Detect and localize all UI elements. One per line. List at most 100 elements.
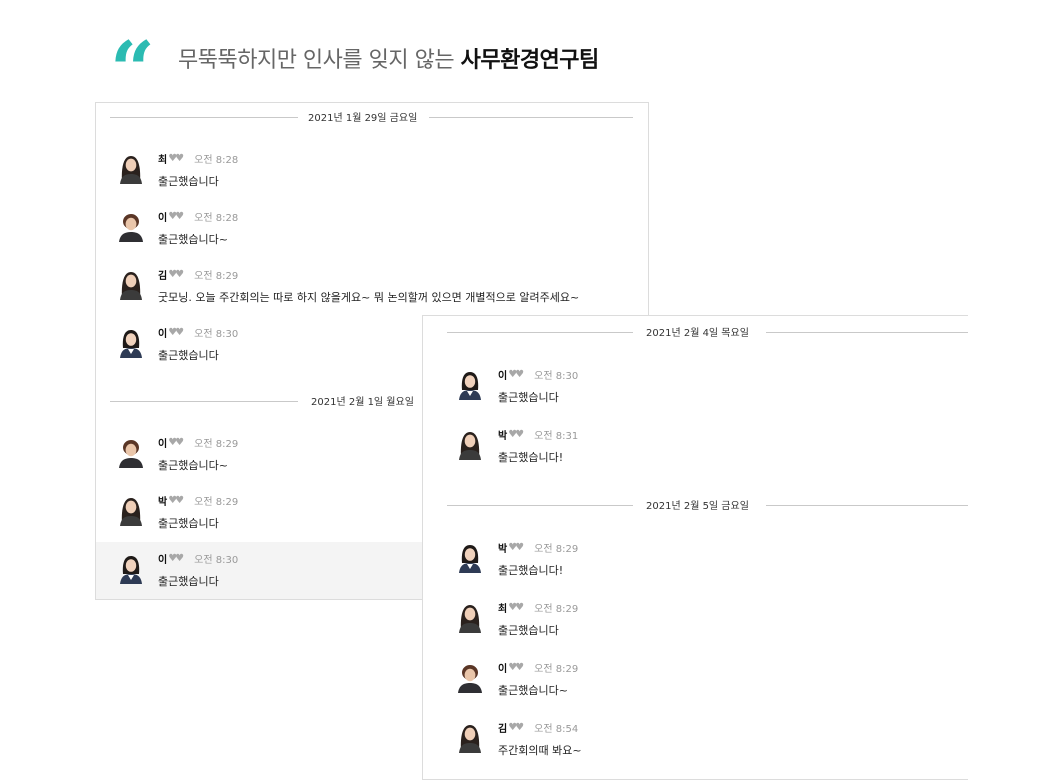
message-time: 오전 8:30 [194, 329, 239, 340]
date-divider: 2021년 1월 29일 금요일 [96, 107, 648, 127]
avatar-icon [116, 152, 146, 184]
message-meta: 이 ♥♥ 오전 8:29 [158, 435, 238, 450]
avatar-icon [116, 268, 146, 300]
heart-icon: ♥♥ [168, 437, 184, 448]
divider-line-left [447, 332, 633, 333]
message-text: 출근했습니다 [158, 517, 219, 530]
message-text: 출근했습니다 [158, 349, 219, 362]
message-meta: 최 ♥♥ 오전 8:29 [498, 600, 578, 615]
message-time: 오전 8:30 [534, 371, 579, 382]
sender-name: 이 [158, 555, 168, 566]
message-time: 오전 8:29 [534, 604, 579, 615]
date-divider: 2021년 2월 5일 금요일 [423, 495, 968, 515]
divider-line-left [447, 505, 633, 506]
avatar-icon [116, 552, 146, 584]
avatar-icon [455, 541, 485, 573]
headline-title: 무뚝뚝하지만 인사를 잊지 않는 사무환경연구팀 [178, 42, 599, 74]
date-label: 2021년 2월 1일 월요일 [311, 397, 414, 408]
message-meta: 이 ♥♥ 오전 8:28 [158, 209, 238, 224]
message-text: 출근했습니다 [158, 575, 219, 588]
message-time: 오전 8:29 [194, 497, 239, 508]
avatar-icon [455, 601, 485, 633]
message-text: 출근했습니다~ [498, 684, 568, 697]
chat-panel-february: 2021년 2월 4일 목요일 이 ♥♥ 오전 8:30 출근했습니다 박 ♥♥… [422, 315, 968, 780]
avatar-icon [116, 436, 146, 468]
message-meta: 이 ♥♥ 오전 8:30 [158, 551, 238, 566]
message-time: 오전 8:29 [534, 544, 579, 555]
sender-name: 김 [158, 271, 168, 282]
message-meta: 김 ♥♥ 오전 8:29 [158, 267, 238, 282]
sender-name: 박 [158, 497, 168, 508]
chat-message[interactable]: 이 ♥♥ 오전 8:28 출근했습니다~ [96, 200, 648, 258]
message-meta: 이 ♥♥ 오전 8:30 [498, 367, 578, 382]
chat-message[interactable]: 최 ♥♥ 오전 8:28 출근했습니다 [96, 142, 648, 200]
message-meta: 박 ♥♥ 오전 8:29 [498, 540, 578, 555]
heart-icon: ♥♥ [508, 662, 524, 673]
sender-name: 이 [498, 664, 508, 675]
sender-name: 김 [498, 724, 508, 735]
message-time: 오전 8:29 [194, 271, 239, 282]
date-divider: 2021년 2월 4일 목요일 [423, 322, 968, 342]
chat-message[interactable]: 박 ♥♥ 오전 8:31 출근했습니다! [423, 418, 968, 476]
chat-message[interactable]: 박 ♥♥ 오전 8:29 출근했습니다! [423, 531, 968, 589]
message-meta: 이 ♥♥ 오전 8:29 [498, 660, 578, 675]
heart-icon: ♥♥ [508, 429, 524, 440]
message-text: 출근했습니다 [498, 391, 559, 404]
avatar-icon [116, 210, 146, 242]
message-text: 출근했습니다 [498, 624, 559, 637]
message-time: 오전 8:29 [194, 439, 239, 450]
message-meta: 최 ♥♥ 오전 8:28 [158, 151, 238, 166]
heart-icon: ♥♥ [508, 542, 524, 553]
sender-name: 이 [498, 371, 508, 382]
chat-message[interactable]: 이 ♥♥ 오전 8:29 출근했습니다~ [423, 651, 968, 709]
avatar-icon [116, 326, 146, 358]
heart-icon: ♥♥ [168, 153, 184, 164]
message-text: 출근했습니다! [498, 564, 564, 577]
message-time: 오전 8:28 [194, 155, 239, 166]
avatar-icon [116, 494, 146, 526]
headline-normal: 무뚝뚝하지만 인사를 잊지 않는 [178, 48, 461, 73]
avatar-icon [455, 428, 485, 460]
chat-message[interactable]: 김 ♥♥ 오전 8:54 주간회의때 봐요~ [423, 711, 968, 769]
headline: “ 무뚝뚝하지만 인사를 잊지 않는 사무환경연구팀 [110, 32, 599, 110]
message-meta: 김 ♥♥ 오전 8:54 [498, 720, 578, 735]
divider-line-right [766, 332, 968, 333]
sender-name: 박 [498, 431, 508, 442]
message-text: 주간회의때 봐요~ [498, 744, 582, 757]
date-label: 2021년 2월 5일 금요일 [646, 501, 749, 512]
date-label: 2021년 2월 4일 목요일 [646, 328, 749, 339]
heart-icon: ♥♥ [168, 327, 184, 338]
sender-name: 이 [158, 329, 168, 340]
message-meta: 이 ♥♥ 오전 8:30 [158, 325, 238, 340]
divider-line-right [766, 505, 968, 506]
sender-name: 이 [158, 439, 168, 450]
message-text: 출근했습니다~ [158, 459, 228, 472]
message-text: 출근했습니다! [498, 451, 564, 464]
divider-line-left [110, 117, 298, 118]
heart-icon: ♥♥ [168, 211, 184, 222]
message-meta: 박 ♥♥ 오전 8:29 [158, 493, 238, 508]
sender-name: 최 [498, 604, 508, 615]
heart-icon: ♥♥ [508, 602, 524, 613]
chat-message[interactable]: 김 ♥♥ 오전 8:29 굿모닝. 오늘 주간회의는 따로 하지 않을게요~ 뭐… [96, 258, 648, 316]
message-time: 오전 8:54 [534, 724, 579, 735]
message-time: 오전 8:29 [534, 664, 579, 675]
heart-icon: ♥♥ [168, 269, 184, 280]
heart-icon: ♥♥ [168, 495, 184, 506]
message-text: 출근했습니다~ [158, 233, 228, 246]
message-text: 굿모닝. 오늘 주간회의는 따로 하지 않을게요~ 뭐 논의할꺼 있으면 개별적… [158, 291, 580, 304]
divider-line-right [429, 117, 633, 118]
message-text: 출근했습니다 [158, 175, 219, 188]
avatar-icon [455, 368, 485, 400]
chat-message[interactable]: 이 ♥♥ 오전 8:30 출근했습니다 [423, 358, 968, 416]
sender-name: 이 [158, 213, 168, 224]
message-meta: 박 ♥♥ 오전 8:31 [498, 427, 578, 442]
heart-icon: ♥♥ [508, 722, 524, 733]
avatar-icon [455, 661, 485, 693]
sender-name: 박 [498, 544, 508, 555]
quote-icon: “ [110, 25, 155, 116]
heart-icon: ♥♥ [508, 369, 524, 380]
date-label: 2021년 1월 29일 금요일 [308, 113, 418, 124]
headline-team: 사무환경연구팀 [460, 48, 600, 73]
chat-message[interactable]: 최 ♥♥ 오전 8:29 출근했습니다 [423, 591, 968, 649]
